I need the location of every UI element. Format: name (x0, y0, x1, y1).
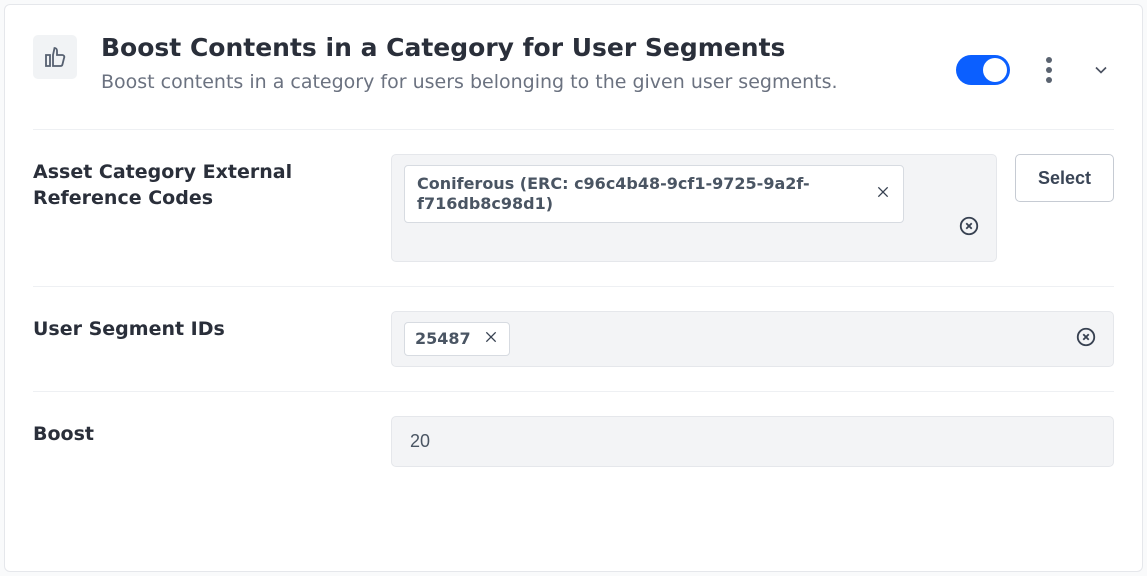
enable-toggle[interactable] (956, 55, 1010, 85)
boost-label: Boost (33, 416, 363, 448)
card-title: Boost Contents in a Category for User Se… (101, 33, 841, 62)
user-segments-label: User Segment IDs (33, 311, 363, 343)
header-text: Boost Contents in a Category for User Se… (101, 33, 841, 97)
field-user-segments: User Segment IDs 25487 (33, 287, 1114, 392)
thumbs-up-icon (33, 35, 77, 79)
chevron-down-icon[interactable] (1088, 57, 1114, 83)
clear-field-icon[interactable] (958, 215, 980, 241)
select-button[interactable]: Select (1015, 154, 1114, 202)
field-boost: Boost (33, 392, 1114, 471)
remove-chip-icon[interactable] (875, 184, 891, 204)
chip-label: Coniferous (ERC: c96c4b48-9cf1-9725-9a2f… (417, 174, 863, 214)
clear-field-icon[interactable] (1075, 326, 1097, 352)
chip-label: 25487 (415, 329, 471, 349)
boost-input[interactable] (391, 416, 1114, 467)
asset-category-tagbox[interactable]: Coniferous (ERC: c96c4b48-9cf1-9725-9a2f… (391, 154, 997, 262)
asset-category-chip: Coniferous (ERC: c96c4b48-9cf1-9725-9a2f… (404, 165, 904, 223)
remove-chip-icon[interactable] (483, 329, 499, 349)
field-asset-category: Asset Category External Reference Codes … (33, 130, 1114, 287)
user-segment-chip: 25487 (404, 322, 510, 356)
card-description: Boost contents in a category for users b… (101, 68, 841, 97)
card-header: Boost Contents in a Category for User Se… (33, 33, 1114, 130)
settings-card: Boost Contents in a Category for User Se… (4, 4, 1143, 572)
user-segments-tagbox[interactable]: 25487 (391, 311, 1114, 367)
asset-category-label: Asset Category External Reference Codes (33, 154, 363, 211)
kebab-menu-icon[interactable] (1040, 51, 1058, 89)
